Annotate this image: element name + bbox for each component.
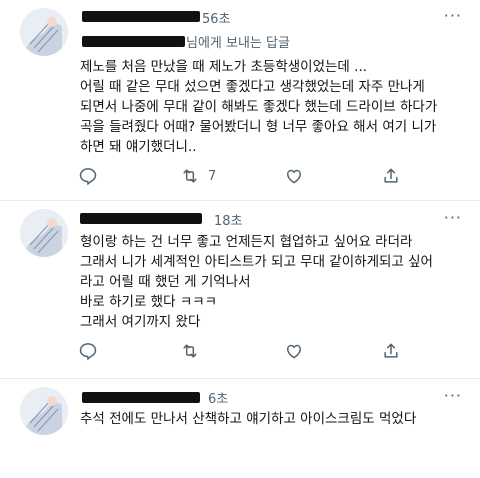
reply-icon (79, 343, 97, 361)
retweet-button[interactable] (180, 339, 200, 363)
tweet-text-line: 하면 돼 얘기했더니.. (80, 139, 197, 155)
more-icon[interactable]: ··· (444, 386, 462, 405)
tweet-text-line: 어릴 때 같은 무대 섰으면 좋겠다고 생각했었는데 자주 만나게 (80, 79, 425, 95)
username-redacted (82, 11, 200, 22)
tweet[interactable]: 56초 ··· 님에게 보내는 답글 제노를 처음 만났을 때 제노가 초등학생… (0, 0, 480, 200)
username-redacted (80, 213, 202, 224)
more-icon[interactable]: ··· (444, 208, 462, 227)
reply-icon (79, 168, 97, 186)
retweet-icon (183, 344, 197, 358)
tweet[interactable]: 18초 ··· 형이랑 하는 건 너무 좋고 언제든지 협업하고 싶어요 라더라… (0, 201, 480, 378)
tweet-text-line: 형이랑 하는 건 너무 좋고 언제든지 협업하고 싶어요 라더라 (80, 234, 413, 250)
reply-button[interactable] (78, 164, 98, 188)
username-redacted (82, 392, 200, 403)
tweet-text: 형이랑 하는 건 너무 좋고 언제든지 협업하고 싶어요 라더라 그래서 니가 … (80, 232, 470, 332)
tweet-time[interactable]: 56초 (202, 8, 231, 27)
share-button[interactable] (381, 339, 401, 363)
retweet-count: 7 (208, 168, 217, 184)
reply-button[interactable] (78, 339, 98, 363)
like-button[interactable] (284, 339, 304, 363)
retweet-icon (183, 169, 197, 183)
like-icon (287, 344, 301, 359)
tweet-text-line: 라고 어릴 때 했던 게 기억나서 (80, 274, 251, 290)
tweet-text-line: 그래서 니가 세계적인 아티스트가 되고 무대 같이하게되고 싶어 (80, 254, 433, 270)
tweet-text: 추석 전에도 만나서 산책하고 얘기하고 아이스크림도 먹었다 (80, 409, 470, 429)
tweet-text-line: 되면서 나중에 무대 같이 해봐도 좋겠다 했는데 드라이브 하다가 (80, 99, 438, 115)
tweet-time[interactable]: 6초 (208, 388, 228, 407)
tweet-text: 제노를 처음 만났을 때 제노가 초등학생이었는데 ... 어릴 때 같은 무대… (80, 57, 470, 157)
tweet-text-line: 추석 전에도 만나서 산책하고 얘기하고 아이스크림도 먹었다 (80, 411, 417, 427)
avatar-image (20, 387, 68, 435)
share-icon (384, 168, 398, 183)
tweet-text-line: 그래서 여기까지 왔다 (80, 314, 201, 330)
retweet-button[interactable]: 7 (180, 164, 216, 188)
reply-target-redacted (82, 36, 185, 47)
avatar[interactable] (20, 387, 68, 435)
share-icon (384, 343, 398, 358)
share-button[interactable] (381, 164, 401, 188)
tweet-time[interactable]: 18초 (214, 210, 243, 229)
tweet-text-line: 제노를 처음 만났을 때 제노가 초등학생이었는데 ... (80, 59, 368, 75)
avatar-image (20, 8, 68, 56)
tweet-actions: 7 (78, 164, 478, 188)
tweet-text-line: 바로 하기로 했다 ㅋㅋㅋ (80, 294, 218, 310)
avatar[interactable] (20, 209, 68, 257)
tweet[interactable]: 6초 ··· 추석 전에도 만나서 산책하고 얘기하고 아이스크림도 먹었다 (0, 379, 480, 478)
avatar-image (20, 209, 68, 257)
reply-to-label: 님에게 보내는 답글 (186, 36, 290, 51)
like-icon (287, 169, 301, 184)
tweet-actions (78, 339, 478, 363)
more-icon[interactable]: ··· (444, 6, 462, 25)
tweet-text-line: 곡을 들려줬다 어때? 물어봤더니 형 너무 좋아요 해서 여기 니가 (80, 119, 437, 135)
avatar[interactable] (20, 8, 68, 56)
like-button[interactable] (284, 164, 304, 188)
